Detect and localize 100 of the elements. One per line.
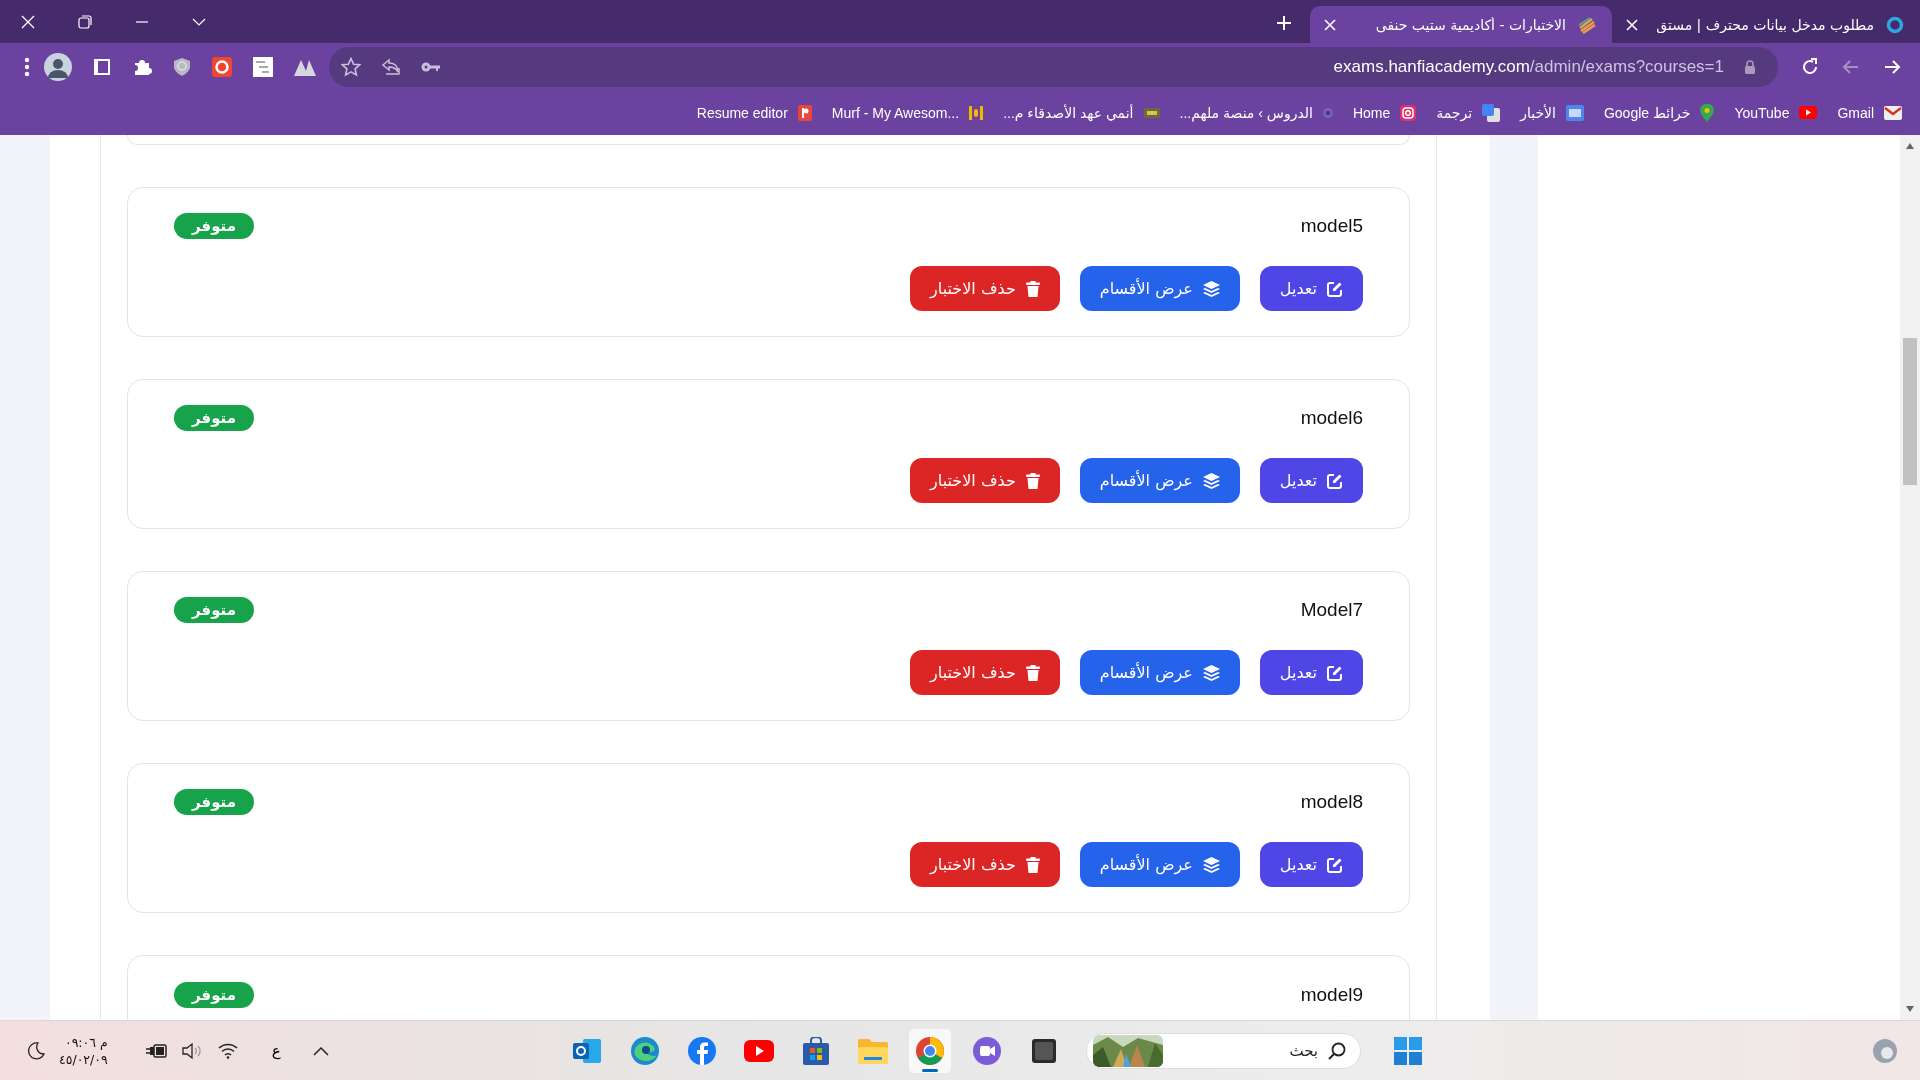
up-arrow-icon[interactable]	[1906, 143, 1914, 149]
exam-title: Model7	[1300, 599, 1363, 621]
pencil-icon	[1327, 856, 1343, 873]
play-app-icon	[744, 1039, 774, 1062]
logo-icon	[797, 104, 812, 121]
bookmark-link[interactable]: أنمي عهد الأصدقاء م...	[1003, 104, 1134, 121]
exam-title: model8	[1300, 791, 1363, 813]
search-field[interactable]: بحث	[1086, 1032, 1361, 1069]
restore-icon[interactable]	[78, 14, 92, 29]
bookmark-link[interactable]: Home	[1352, 104, 1391, 121]
bookmark-link[interactable]: Murf - My Awesom...	[831, 104, 960, 121]
pencil-icon	[1327, 280, 1343, 297]
layers-icon	[1202, 280, 1220, 297]
trash-icon	[1025, 664, 1040, 681]
dot-icon	[1322, 107, 1333, 118]
round-app-icon	[916, 1036, 944, 1065]
menu-icon[interactable]	[24, 56, 30, 77]
delete-button[interactable]: حذف الاختبار	[910, 266, 1060, 311]
ring-icon	[1886, 15, 1904, 34]
sections-button[interactable]: عرض الأقسام	[1079, 266, 1240, 311]
close-icon[interactable]	[21, 14, 35, 29]
status-badge: متوفر	[174, 597, 254, 623]
edit-button[interactable]: تعديل	[1259, 842, 1363, 887]
pencil-icon	[1327, 472, 1343, 489]
clock-date[interactable]: ٤٥/٠٢/٠٩	[59, 1050, 108, 1068]
exam-title: model6	[1300, 407, 1363, 429]
delete-button[interactable]: حذف الاختبار	[910, 650, 1060, 695]
windows-logo-icon[interactable]	[1394, 1036, 1422, 1065]
exam-title: model5	[1300, 215, 1363, 237]
stripes-icon	[1578, 15, 1596, 34]
clock-time[interactable]: ٠٩:٠٦ م	[64, 1033, 108, 1051]
chevron-up-icon[interactable]	[312, 1045, 329, 1056]
wifi-icon[interactable]	[217, 1042, 238, 1059]
edit-button[interactable]: تعديل	[1259, 266, 1363, 311]
taskbar-app[interactable]	[909, 1028, 951, 1073]
status-badge: متوفر	[174, 982, 254, 1008]
search-icon	[1328, 1041, 1346, 1060]
lock-icon	[1744, 59, 1756, 74]
tab-title: مطلوب مدخل بيانات محترف | مستق	[1655, 16, 1874, 33]
avatar-icon[interactable]	[44, 52, 72, 81]
bookmark-link[interactable]: خرائط Google	[1603, 104, 1691, 121]
note-icon[interactable]	[253, 56, 273, 77]
video-chat-icon	[973, 1036, 1001, 1065]
record-icon[interactable]	[212, 56, 232, 77]
translate-icon	[1482, 103, 1501, 122]
delete-button[interactable]: حذف الاختبار	[910, 842, 1060, 887]
close-icon[interactable]	[1324, 18, 1336, 31]
status-badge: متوفر	[174, 405, 254, 431]
battery-icon[interactable]	[145, 1043, 168, 1058]
layers-icon	[1202, 856, 1220, 873]
close-icon[interactable]	[1626, 18, 1638, 31]
key-icon[interactable]	[421, 60, 441, 73]
sections-button[interactable]: عرض الأقسام	[1079, 842, 1240, 887]
browser-tab[interactable]: مطلوب مدخل بيانات محترف | مستق	[1612, 6, 1920, 43]
trash-icon	[1025, 472, 1040, 489]
status-badge: متوفر	[174, 213, 254, 239]
share-icon[interactable]	[381, 56, 401, 77]
delete-button[interactable]: حذف الاختبار	[910, 458, 1060, 503]
map-pin-icon	[1700, 103, 1715, 122]
bookmark-link[interactable]: الأخبار	[1520, 104, 1556, 121]
exam-title: model9	[1300, 984, 1363, 1006]
f-circle-icon	[688, 1036, 716, 1065]
address-bar[interactable]: exams.hanfiacademy.com/admin/exams?courses=1	[329, 46, 1778, 87]
scrollbar[interactable]	[1900, 135, 1920, 1020]
input-language[interactable]: ع	[271, 1041, 281, 1060]
square-app-icon	[1032, 1038, 1056, 1063]
down-arrow-icon[interactable]	[1906, 1006, 1914, 1012]
wave-app-icon	[631, 1036, 659, 1065]
mail-icon	[1884, 105, 1902, 120]
sidebar-icon[interactable]	[93, 57, 111, 76]
sections-button[interactable]: عرض الأقسام	[1079, 650, 1240, 695]
mail-app-icon	[573, 1036, 603, 1065]
search-input[interactable]: بحث	[1171, 1040, 1320, 1061]
star-icon[interactable]	[341, 56, 361, 77]
bookmark-link[interactable]: Resume editor	[696, 104, 788, 121]
speaker-icon[interactable]	[181, 1041, 204, 1060]
edit-button[interactable]: تعديل	[1259, 458, 1363, 503]
status-badge: متوفر	[174, 789, 254, 815]
image-icon	[1143, 107, 1160, 118]
shield-icon[interactable]	[173, 56, 191, 77]
bars-icon	[969, 105, 984, 120]
bookmark-link[interactable]: الدروس › منصة ملهم...	[1179, 104, 1313, 121]
moon-icon[interactable]	[27, 1041, 45, 1060]
scroll-thumb[interactable]	[1903, 338, 1917, 485]
pencil-icon	[1327, 664, 1343, 681]
new-tab-icon[interactable]	[1276, 15, 1292, 31]
trash-icon	[1025, 856, 1040, 873]
bookmark-link[interactable]: Gmail	[1837, 104, 1874, 121]
sections-button[interactable]: عرض الأقسام	[1079, 458, 1240, 503]
address-url[interactable]: exams.hanfiacademy.com/admin/exams?courses=1	[1333, 56, 1724, 77]
layers-icon	[1202, 472, 1220, 489]
bookmark-link[interactable]: ترجمة	[1436, 104, 1473, 121]
reload-icon[interactable]	[1800, 56, 1820, 77]
bookmark-link[interactable]: YouTube	[1734, 104, 1790, 121]
layers-icon	[1202, 664, 1220, 681]
news-icon	[1565, 104, 1584, 121]
folder-icon	[858, 1037, 888, 1064]
edit-button[interactable]: تعديل	[1259, 650, 1363, 695]
play-icon	[1799, 106, 1818, 119]
trash-icon	[1025, 280, 1040, 297]
